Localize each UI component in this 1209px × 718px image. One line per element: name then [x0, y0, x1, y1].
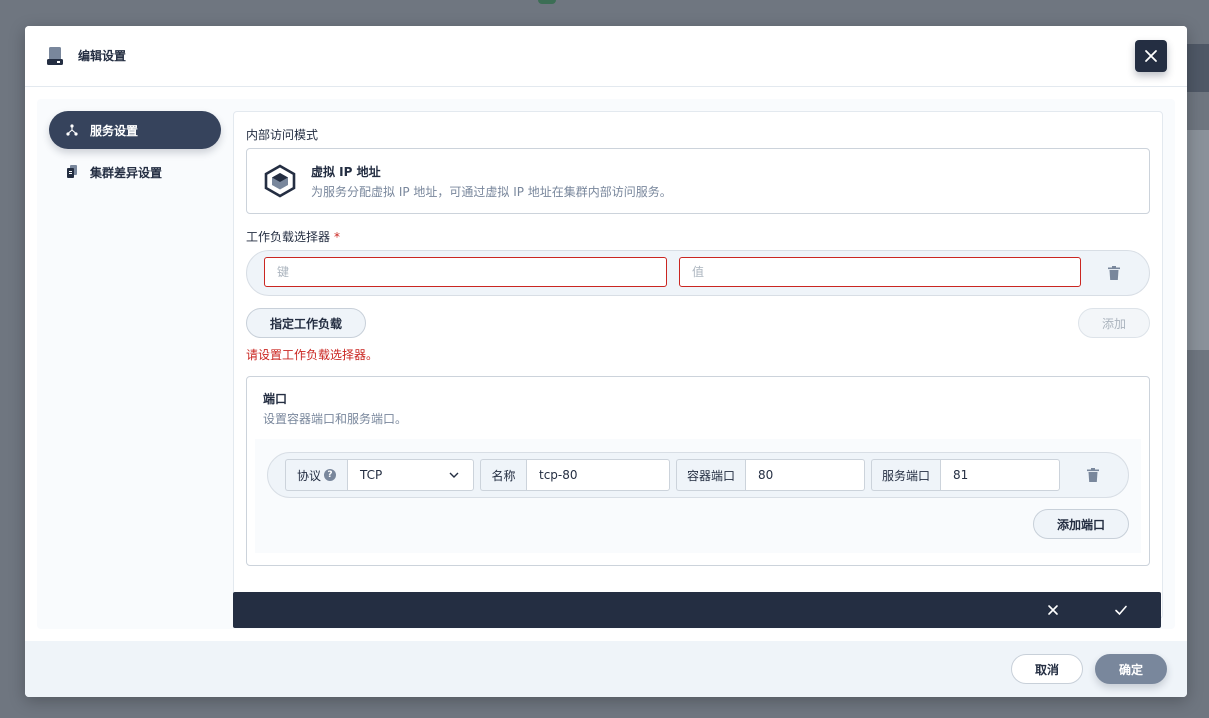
- body-container: 服务设置 集群差异设置 内部访问模式 虚拟 IP 地址 为服务分配虚拟 IP 地…: [37, 99, 1175, 629]
- cube-icon: [264, 164, 296, 198]
- help-icon[interactable]: ?: [324, 469, 336, 481]
- storage-icon: [47, 47, 63, 65]
- dialog-footer: 取消 确定: [25, 641, 1187, 697]
- edit-settings-dialog: 编辑设置 服务设置 集群差异设置 内部访问模式 虚拟 IP 地址 为服务分配虚拟…: [25, 26, 1187, 697]
- sidebar-item-cluster-diff-settings[interactable]: 集群差异设置: [49, 153, 221, 191]
- sidebar-item-label: 集群差异设置: [90, 165, 163, 180]
- specify-workload-button[interactable]: 指定工作负载: [246, 308, 366, 338]
- workload-selector-label-text: 工作负载选择器: [246, 230, 331, 244]
- sidebar-item-label: 服务设置: [90, 123, 139, 138]
- protocol-label-text: 协议: [296, 468, 321, 483]
- selector-error-message: 请设置工作负载选择器。: [246, 348, 379, 362]
- name-field: 名称 tcp-80: [480, 459, 670, 491]
- close-icon[interactable]: [1046, 603, 1060, 617]
- dialog-title: 编辑设置: [78, 49, 127, 63]
- container-port-label: 容器端口: [676, 459, 745, 491]
- service-port-label: 服务端口: [871, 459, 940, 491]
- trash-icon[interactable]: [1108, 266, 1120, 280]
- edit-confirm-bar: [233, 592, 1161, 628]
- name-label: 名称: [480, 459, 526, 491]
- service-settings-panel: 内部访问模式 虚拟 IP 地址 为服务分配虚拟 IP 地址，可通过虚拟 IP 地…: [233, 111, 1163, 619]
- container-port-field: 容器端口 80: [676, 459, 865, 491]
- cancel-button[interactable]: 取消: [1011, 654, 1083, 684]
- virtual-ip-mode-card[interactable]: 虚拟 IP 地址 为服务分配虚拟 IP 地址，可通过虚拟 IP 地址在集群内部访…: [246, 148, 1150, 214]
- protocol-field: 协议? TCP: [285, 459, 474, 491]
- add-selector-button[interactable]: 添加: [1078, 308, 1150, 338]
- ok-button[interactable]: 确定: [1095, 654, 1167, 684]
- service-port-field: 服务端口 81: [871, 459, 1060, 491]
- ports-card: 端口 设置容器端口和服务端口。 协议? TCP 名称 tcp-80 容器端口 8…: [246, 376, 1150, 566]
- trash-icon[interactable]: [1087, 468, 1099, 482]
- mode-title: 虚拟 IP 地址: [311, 165, 381, 179]
- mode-description: 为服务分配虚拟 IP 地址，可通过虚拟 IP 地址在集群内部访问服务。: [311, 185, 672, 199]
- background-logo: [538, 0, 556, 4]
- background-element: [1187, 130, 1209, 350]
- ports-list: 协议? TCP 名称 tcp-80 容器端口 80 服务端口 81 添加端口: [255, 439, 1141, 553]
- close-icon: [1145, 50, 1157, 62]
- workload-selector-label: 工作负载选择器 *: [246, 228, 340, 245]
- ports-description: 设置容器端口和服务端口。: [263, 412, 408, 426]
- protocol-label: 协议?: [285, 459, 347, 491]
- container-port-input[interactable]: 80: [745, 459, 865, 491]
- documents-icon: [65, 165, 79, 179]
- port-row: 协议? TCP 名称 tcp-80 容器端口 80 服务端口 81: [267, 452, 1129, 498]
- service-port-input[interactable]: 81: [940, 459, 1060, 491]
- required-mark: *: [334, 230, 341, 244]
- network-icon: [65, 123, 79, 137]
- chevron-down-icon: [449, 472, 459, 478]
- internal-access-label: 内部访问模式: [246, 128, 319, 142]
- selector-key-input[interactable]: [264, 257, 667, 287]
- sidebar-item-service-settings[interactable]: 服务设置: [49, 111, 221, 149]
- protocol-select[interactable]: TCP: [347, 459, 474, 491]
- background-element: [1187, 44, 1209, 92]
- dialog-body: 服务设置 集群差异设置 内部访问模式 虚拟 IP 地址 为服务分配虚拟 IP 地…: [25, 87, 1187, 641]
- check-icon[interactable]: [1114, 603, 1128, 617]
- selector-value-input[interactable]: [679, 257, 1081, 287]
- close-button[interactable]: [1135, 40, 1167, 72]
- name-input[interactable]: tcp-80: [526, 459, 670, 491]
- add-port-button[interactable]: 添加端口: [1033, 509, 1129, 539]
- protocol-value: TCP: [360, 468, 383, 482]
- ports-title: 端口: [263, 392, 288, 406]
- selector-row: [246, 250, 1150, 296]
- dialog-header: 编辑设置: [25, 26, 1187, 87]
